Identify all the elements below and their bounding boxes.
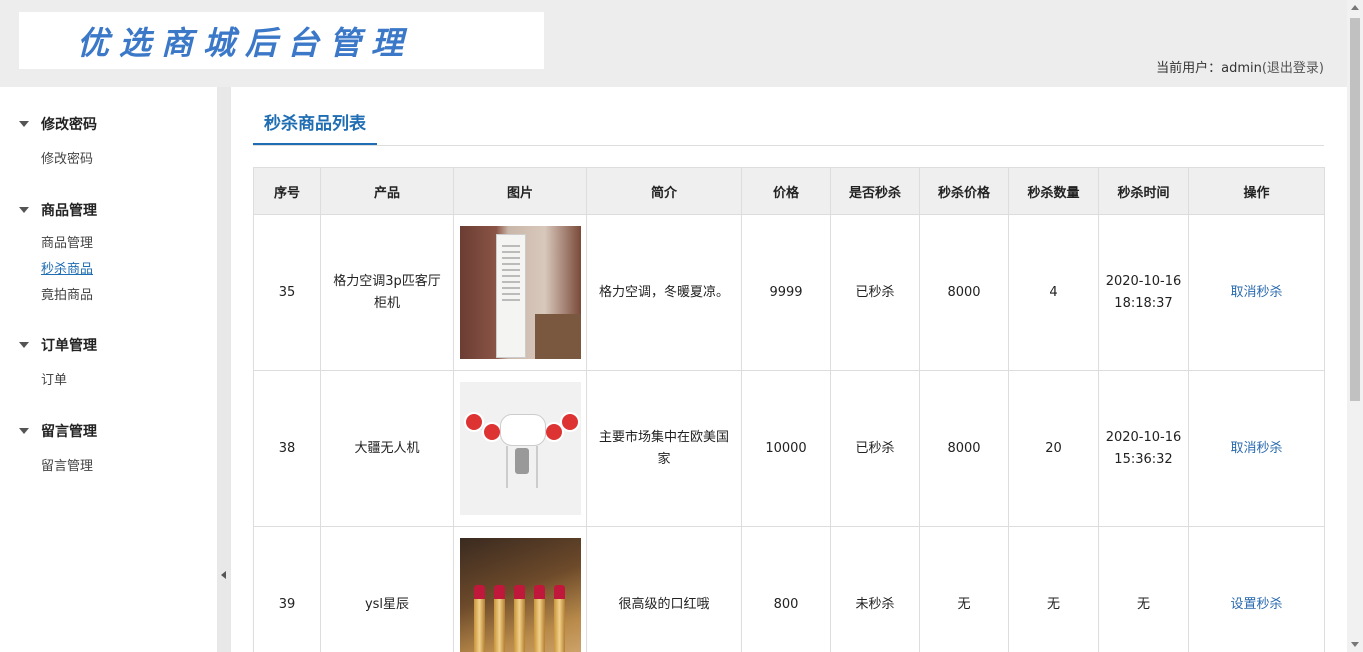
set-flash-sale-link[interactable]: 设置秒杀	[1230, 597, 1282, 612]
cell-id: 39	[253, 526, 321, 652]
cell-desc: 主要市场集中在欧美国家	[586, 370, 742, 527]
chevron-left-icon	[221, 571, 226, 579]
menu-group-goods: 商品管理 商品管理 秒杀商品 竟拍商品	[19, 200, 217, 306]
cell-flash-time: 2020-10-16 18:18:37	[1098, 214, 1189, 371]
sidebar-item-goods[interactable]: 商品管理	[41, 234, 217, 254]
triangle-down-icon	[19, 342, 29, 348]
flash-sale-table: 序号 产品 图片 简介 价格 是否秒杀 秒杀价格 秒杀数量 秒杀时间 操作 35…	[253, 167, 1325, 652]
user-label: 当前用户：	[1156, 61, 1222, 76]
col-header-image: 图片	[453, 167, 587, 215]
triangle-down-icon	[19, 207, 29, 213]
sidebar-item-auction[interactable]: 竟拍商品	[41, 286, 217, 306]
col-header-product: 产品	[320, 167, 454, 215]
sidebar-item-messages[interactable]: 留言管理	[41, 457, 217, 477]
col-header-flash-price: 秒杀价格	[919, 167, 1009, 215]
cell-product: 大疆无人机	[320, 370, 454, 527]
col-header-action: 操作	[1188, 167, 1325, 215]
menu-title-password[interactable]: 修改密码	[19, 114, 217, 134]
header: 优选商城后台管理 当前用户：admin(退出登录)	[0, 0, 1347, 87]
cancel-flash-sale-link[interactable]: 取消秒杀	[1230, 441, 1282, 456]
cancel-flash-sale-link[interactable]: 取消秒杀	[1230, 285, 1282, 300]
menu-group-orders: 订单管理 订单	[19, 335, 217, 391]
cell-image	[453, 214, 587, 371]
menu-title-messages[interactable]: 留言管理	[19, 421, 217, 441]
sidebar-collapse-bar[interactable]	[217, 87, 231, 652]
page-title: 秒杀商品列表	[253, 109, 377, 145]
table-row: 39 ysl星辰 很高级的口红哦 800 未秒杀 无 无 无 设置秒杀	[253, 526, 1325, 652]
col-header-is-flash: 是否秒杀	[830, 167, 920, 215]
triangle-down-icon	[19, 121, 29, 127]
cell-action: 取消秒杀	[1188, 370, 1325, 527]
air-conditioner-image	[459, 226, 581, 359]
sidebar-item-flash-sale[interactable]: 秒杀商品	[41, 260, 217, 280]
menu-title-orders[interactable]: 订单管理	[19, 335, 217, 355]
cell-flash-price: 无	[919, 526, 1009, 652]
cell-id: 35	[253, 214, 321, 371]
main-content: 秒杀商品列表 序号 产品 图片 简介 价格 是否秒杀 秒杀价格 秒杀数量 秒杀时…	[231, 87, 1347, 652]
menu-group-messages: 留言管理 留言管理	[19, 421, 217, 477]
col-header-id: 序号	[253, 167, 321, 215]
col-header-flash-qty: 秒杀数量	[1008, 167, 1099, 215]
menu-group-password: 修改密码 修改密码	[19, 114, 217, 170]
sidebar: 修改密码 修改密码 商品管理 商品管理 秒杀商品 竟拍商品 订单管理 订单 留言…	[0, 87, 217, 652]
table-header-row: 序号 产品 图片 简介 价格 是否秒杀 秒杀价格 秒杀数量 秒杀时间 操作	[253, 167, 1325, 215]
table-row: 38 大疆无人机 主要市场集中在欧美国家 10000 已秒杀 8000 20 2…	[253, 370, 1325, 527]
scroll-down-icon[interactable]	[1351, 642, 1359, 647]
col-header-desc: 简介	[586, 167, 742, 215]
cell-is-flash: 未秒杀	[830, 526, 920, 652]
menu-title-goods[interactable]: 商品管理	[19, 200, 217, 220]
cell-image	[453, 370, 587, 527]
cell-price: 10000	[741, 370, 831, 527]
page-scrollbar[interactable]	[1347, 0, 1363, 652]
col-header-price: 价格	[741, 167, 831, 215]
sidebar-item-orders[interactable]: 订单	[41, 371, 217, 391]
page-title-bar: 秒杀商品列表	[253, 109, 1324, 146]
cell-action: 取消秒杀	[1188, 214, 1325, 371]
cell-flash-time: 2020-10-16 15:36:32	[1098, 370, 1189, 527]
username: admin	[1221, 61, 1262, 76]
cell-product: 格力空调3p匹客厅柜机	[320, 214, 454, 371]
cell-flash-qty: 无	[1008, 526, 1099, 652]
cell-flash-time: 无	[1098, 526, 1189, 652]
cell-product: ysl星辰	[320, 526, 454, 652]
triangle-down-icon	[19, 428, 29, 434]
cell-flash-price: 8000	[919, 370, 1009, 527]
scroll-up-icon[interactable]	[1351, 5, 1359, 10]
cell-price: 800	[741, 526, 831, 652]
cell-desc: 格力空调，冬暖夏凉。	[586, 214, 742, 371]
logo-text: 优选商城后台管理	[77, 23, 414, 62]
lipstick-image	[459, 538, 581, 652]
user-info: 当前用户：admin(退出登录)	[1156, 57, 1324, 76]
cell-flash-price: 8000	[919, 214, 1009, 371]
sidebar-item-change-password[interactable]: 修改密码	[41, 150, 217, 170]
cell-price: 9999	[741, 214, 831, 371]
cell-is-flash: 已秒杀	[830, 370, 920, 527]
drone-image	[459, 382, 581, 515]
cell-action: 设置秒杀	[1188, 526, 1325, 652]
scrollbar-thumb[interactable]	[1350, 18, 1360, 401]
col-header-flash-time: 秒杀时间	[1098, 167, 1189, 215]
cell-flash-qty: 20	[1008, 370, 1099, 527]
cell-image	[453, 526, 587, 652]
cell-id: 38	[253, 370, 321, 527]
cell-desc: 很高级的口红哦	[586, 526, 742, 652]
cell-flash-qty: 4	[1008, 214, 1099, 371]
table-row: 35 格力空调3p匹客厅柜机 格力空调，冬暖夏凉。 9999 已秒杀 8000 …	[253, 214, 1325, 371]
cell-is-flash: 已秒杀	[830, 214, 920, 371]
logo: 优选商城后台管理	[19, 12, 544, 69]
logout-link[interactable]: (退出登录)	[1262, 61, 1324, 76]
